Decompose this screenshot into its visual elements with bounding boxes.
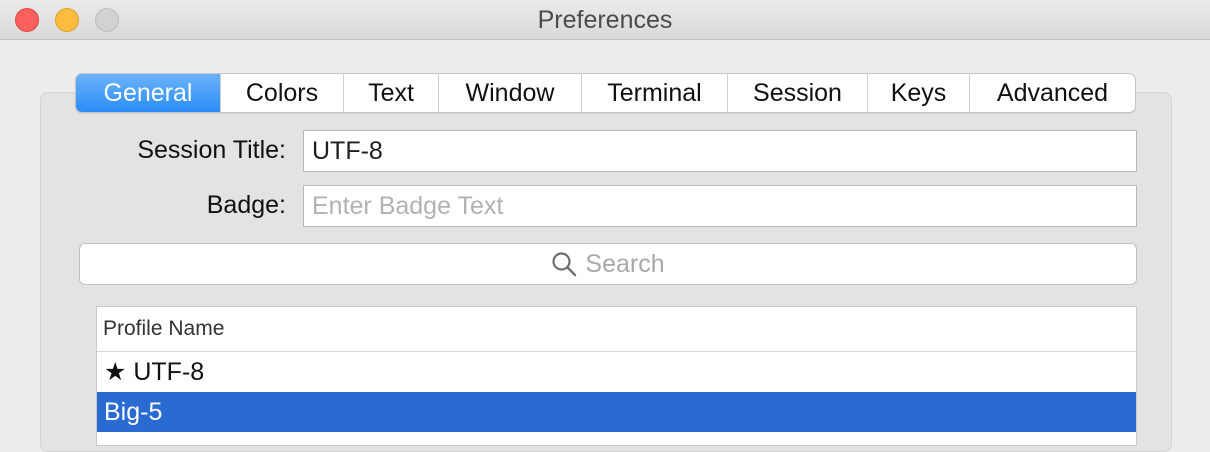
tab-text[interactable]: Text: [344, 74, 439, 112]
tab-colors[interactable]: Colors: [221, 74, 344, 112]
search-input[interactable]: Search: [79, 243, 1137, 285]
tab-window[interactable]: Window: [439, 74, 582, 112]
badge-field[interactable]: Enter Badge Text: [303, 185, 1137, 227]
tab-session[interactable]: Session: [728, 74, 868, 112]
tab-terminal[interactable]: Terminal: [582, 74, 728, 112]
tab-general[interactable]: General: [76, 74, 221, 112]
badge-label: Badge:: [206, 191, 286, 219]
window-title: Preferences: [537, 6, 673, 34]
tab-bar: General Colors Text Window Terminal Sess…: [75, 73, 1136, 113]
tab-keys[interactable]: Keys: [868, 74, 970, 112]
title-bar: Preferences: [0, 0, 1210, 40]
search-icon: [552, 252, 577, 277]
session-title-label: Session Title:: [137, 136, 286, 164]
table-row[interactable]: ★ UTF-8: [97, 352, 1136, 392]
table-row[interactable]: Big-5: [97, 392, 1136, 432]
search-placeholder: Search: [585, 249, 665, 278]
tab-advanced[interactable]: Advanced: [970, 74, 1135, 112]
profile-table: Profile Name ★ UTF-8 Big-5: [96, 306, 1137, 446]
session-title-field[interactable]: UTF-8: [303, 130, 1137, 172]
profile-name-column-header[interactable]: Profile Name: [97, 307, 1136, 352]
